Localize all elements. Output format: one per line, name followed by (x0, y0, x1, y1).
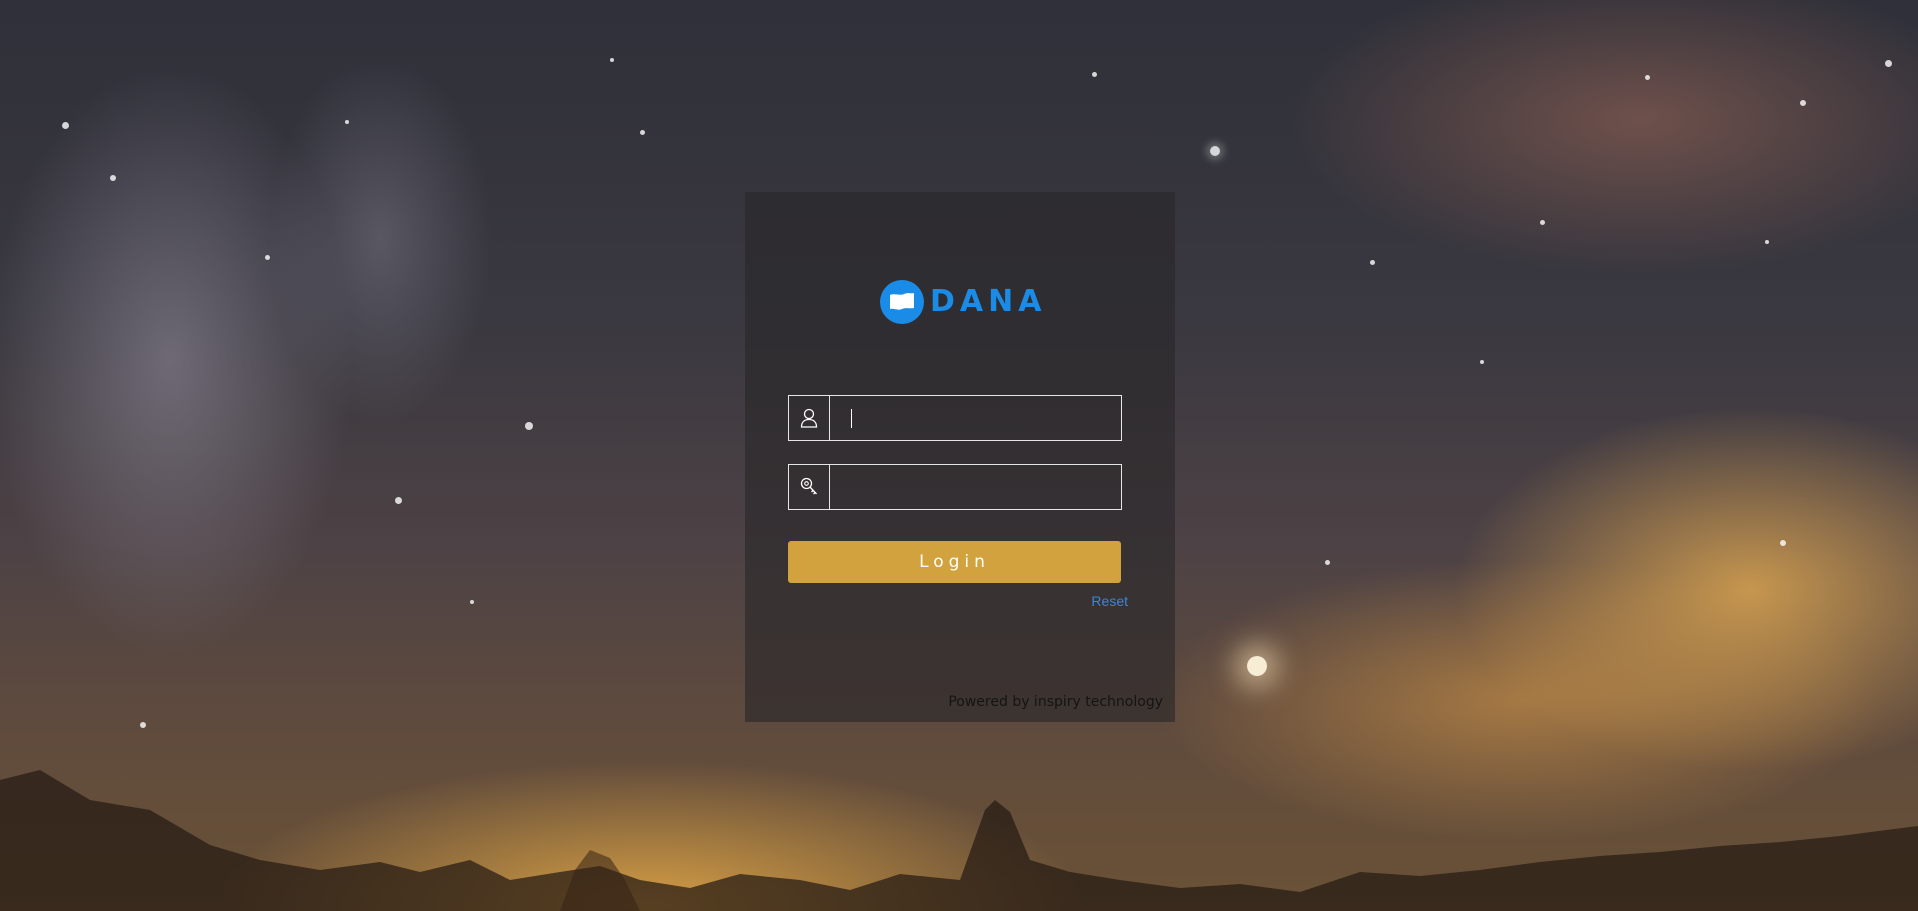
key-icon (789, 465, 830, 509)
flag-icon (880, 280, 924, 324)
login-panel: DANA Login Reset Powered by inspiry tech… (745, 192, 1175, 722)
password-field[interactable] (788, 464, 1122, 510)
username-input[interactable] (830, 396, 1121, 440)
text-cursor (851, 409, 852, 428)
brand-name: DANA (930, 284, 1047, 319)
powered-by-text: Powered by inspiry technology (948, 694, 1163, 710)
username-field[interactable] (788, 395, 1122, 441)
reset-link[interactable]: Reset (1091, 593, 1128, 609)
login-button[interactable]: Login (788, 541, 1121, 583)
password-input[interactable] (830, 465, 1121, 509)
user-icon (789, 396, 830, 440)
brand-logo: DANA (880, 280, 1046, 324)
